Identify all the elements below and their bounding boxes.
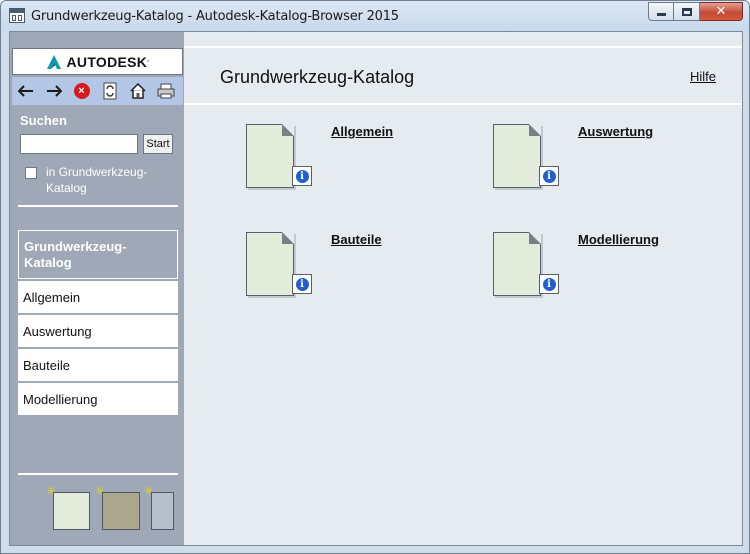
catalog-tools: ✳ ✳ ✳ bbox=[46, 484, 176, 534]
search-scope-checkbox[interactable] bbox=[25, 167, 37, 179]
back-arrow-icon[interactable] bbox=[16, 82, 35, 101]
search-input[interactable] bbox=[20, 134, 138, 154]
autodesk-logo-icon bbox=[46, 54, 62, 70]
catalog-tile: i Auswertung bbox=[493, 124, 733, 204]
close-icon: ✕ bbox=[715, 4, 727, 19]
print-icon[interactable] bbox=[156, 82, 175, 101]
document-icon[interactable] bbox=[246, 124, 294, 188]
search-label: Suchen bbox=[20, 113, 67, 128]
info-button[interactable]: i bbox=[292, 274, 312, 294]
info-button[interactable]: i bbox=[539, 274, 559, 294]
sidebar-item-auswertung[interactable]: Auswertung bbox=[18, 315, 178, 347]
new-document-icon[interactable] bbox=[53, 492, 90, 530]
document-icon[interactable] bbox=[246, 232, 294, 296]
info-icon: i bbox=[295, 277, 309, 291]
navigation-toolbar: × bbox=[12, 77, 183, 105]
catalog-tile: i Modellierung bbox=[493, 232, 733, 312]
search-scope-label: in Grundwerkzeug-Katalog bbox=[46, 165, 148, 195]
document-icon[interactable] bbox=[493, 124, 541, 188]
tile-link-bauteile[interactable]: Bauteile bbox=[331, 232, 382, 247]
app-window: Grundwerkzeug-Katalog - Autodesk-Katalog… bbox=[0, 0, 750, 554]
catalog-tile: i Allgemein bbox=[246, 124, 486, 204]
logo-trademark: . bbox=[147, 55, 150, 63]
document-icon[interactable] bbox=[493, 232, 541, 296]
catalog-tile: i Bauteile bbox=[246, 232, 486, 312]
info-icon: i bbox=[542, 169, 556, 183]
maximize-icon bbox=[681, 7, 692, 16]
sidebar-item-catalog[interactable]: Grundwerkzeug-Katalog bbox=[18, 230, 178, 279]
window-controls: ✕ bbox=[648, 2, 743, 21]
autodesk-logo: AUTODESK. bbox=[12, 48, 183, 75]
maximize-button[interactable] bbox=[674, 2, 700, 21]
sidebar-item-allgemein[interactable]: Allgemein bbox=[18, 281, 178, 313]
info-button[interactable]: i bbox=[292, 166, 312, 186]
tile-link-auswertung[interactable]: Auswertung bbox=[578, 124, 653, 139]
new-panel-icon[interactable] bbox=[151, 492, 174, 530]
forward-arrow-icon[interactable] bbox=[44, 82, 63, 101]
info-icon: i bbox=[295, 169, 309, 183]
title-bar[interactable]: Grundwerkzeug-Katalog - Autodesk-Katalog… bbox=[1, 1, 749, 31]
tile-link-allgemein[interactable]: Allgemein bbox=[331, 124, 393, 139]
stop-icon[interactable]: × bbox=[72, 82, 91, 101]
browser-content: AUTODESK. × Suchen Start in Grundwerkzeu… bbox=[9, 31, 743, 546]
close-button[interactable]: ✕ bbox=[700, 2, 743, 21]
main-panel: Grundwerkzeug-Katalog Hilfe i Allgemein … bbox=[184, 32, 742, 545]
page-title: Grundwerkzeug-Katalog bbox=[220, 67, 415, 87]
logo-text: AUTODESK bbox=[66, 53, 148, 70]
tile-link-modellierung[interactable]: Modellierung bbox=[578, 232, 659, 247]
info-button[interactable]: i bbox=[539, 166, 559, 186]
start-search-button[interactable]: Start bbox=[143, 134, 173, 154]
help-link[interactable]: Hilfe bbox=[690, 69, 716, 84]
window-title: Grundwerkzeug-Katalog - Autodesk-Katalog… bbox=[31, 9, 399, 24]
sidebar-divider bbox=[18, 473, 178, 475]
sidebar-divider bbox=[18, 205, 178, 207]
sidebar: AUTODESK. × Suchen Start in Grundwerkzeu… bbox=[10, 32, 184, 545]
header-strip bbox=[184, 32, 742, 48]
minimize-button[interactable] bbox=[648, 2, 674, 21]
app-icon[interactable] bbox=[9, 8, 25, 23]
refresh-icon[interactable] bbox=[100, 82, 119, 101]
info-icon: i bbox=[542, 277, 556, 291]
sidebar-item-bauteile[interactable]: Bauteile bbox=[18, 349, 178, 381]
home-icon[interactable] bbox=[128, 82, 147, 101]
new-catalog-icon[interactable] bbox=[102, 492, 140, 530]
minimize-icon bbox=[656, 13, 666, 16]
title-divider bbox=[184, 103, 742, 105]
sidebar-item-modellierung[interactable]: Modellierung bbox=[18, 383, 178, 415]
